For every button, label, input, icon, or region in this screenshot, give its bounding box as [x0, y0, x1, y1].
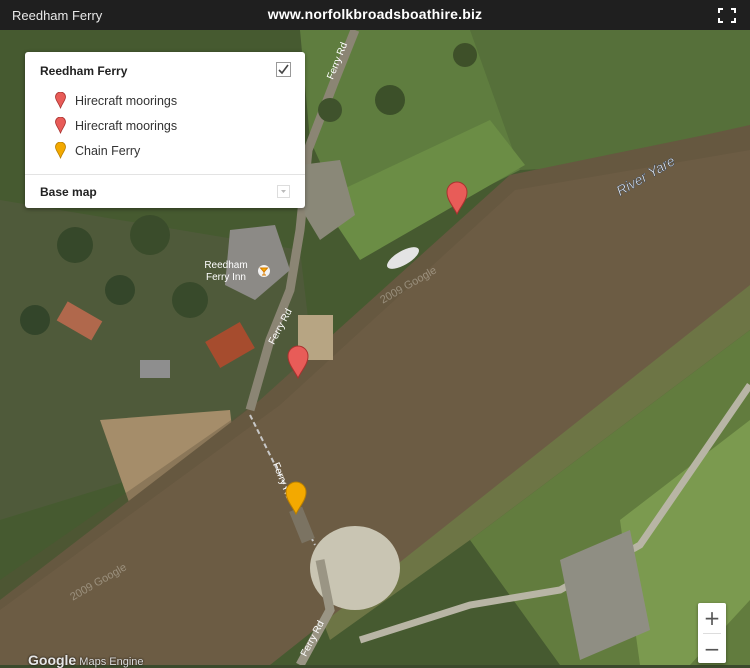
tree — [172, 282, 208, 318]
checkmark-icon — [278, 64, 289, 75]
pub-icon — [258, 265, 270, 277]
tree — [453, 43, 477, 67]
tree — [318, 98, 342, 122]
base-map-label[interactable]: Base map — [40, 185, 97, 199]
legend-panel: Reedham Ferry Hirecraft moorings Hirecra… — [25, 52, 305, 208]
tree — [130, 215, 170, 255]
fullscreen-icon[interactable] — [718, 8, 736, 23]
layer-checkbox[interactable] — [276, 62, 291, 77]
legend-item-label: Hirecraft moorings — [75, 119, 178, 133]
tree — [20, 305, 50, 335]
inn-label-line2: Ferry Inn — [206, 272, 246, 283]
legend-item-label: Hirecraft moorings — [75, 94, 178, 108]
tree — [375, 85, 405, 115]
chevron-down-icon — [281, 190, 286, 193]
base-map-dropdown[interactable] — [277, 185, 290, 198]
red-pin-icon — [55, 92, 66, 109]
top-bar: Reedham Ferry www.norfolkbroadsboathire.… — [0, 0, 750, 30]
tree — [57, 227, 93, 263]
legend-item-label: Chain Ferry — [75, 144, 141, 158]
inn-label-line1: Reedham — [204, 260, 247, 271]
zoom-control: + − — [698, 603, 726, 663]
yellow-pin-icon — [55, 142, 66, 159]
shed-roof — [140, 360, 170, 378]
maps-engine-label: Maps Engine — [79, 656, 144, 668]
tree — [105, 275, 135, 305]
map-attribution: Google Maps Engine — [28, 652, 144, 668]
red-pin-icon — [55, 117, 66, 134]
google-logo: Google — [28, 652, 77, 668]
zoom-in-button[interactable]: + — [698, 603, 726, 633]
legend-title: Reedham Ferry — [40, 64, 128, 78]
zoom-out-button[interactable]: − — [698, 634, 726, 664]
site-url[interactable]: www.norfolkbroadsboathire.biz — [0, 6, 750, 22]
legend-divider — [25, 174, 305, 175]
